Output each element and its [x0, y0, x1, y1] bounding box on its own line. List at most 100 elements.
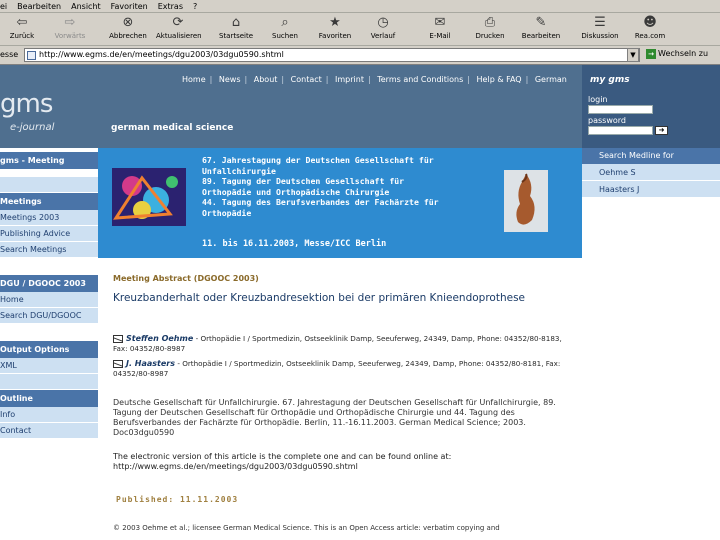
medline-link-oehme[interactable]: Oehme S [582, 164, 720, 181]
email-icon[interactable] [113, 360, 123, 368]
mail-button[interactable]: ✉ E-Mail [418, 15, 462, 45]
menu-view[interactable]: Ansicht [71, 2, 101, 11]
nav-separator: | [467, 75, 470, 84]
sidebar-item-info[interactable]: Info [0, 407, 98, 423]
nav-german[interactable]: German [535, 75, 567, 84]
stop-button[interactable]: ⊗ Abbrechen [106, 15, 150, 45]
banner-line: Orthopädie [202, 207, 252, 218]
nav-separator: | [281, 75, 285, 84]
nav-separator: | [325, 75, 329, 84]
sidebar-head-output[interactable]: Output Options [0, 341, 98, 358]
sidebar-item-search-meetings[interactable]: Search Meetings [0, 242, 98, 258]
sidebar-item-contact[interactable]: Contact [0, 423, 98, 439]
refresh-button[interactable]: ⟳ Aktualisieren [156, 15, 202, 45]
back-button[interactable]: ⇦ Zurück [0, 15, 44, 45]
go-button[interactable]: → Wechseln zu [646, 49, 708, 59]
left-sidebar: gms - Meeting Meetings Meetings 2003 Pub… [0, 148, 98, 540]
messenger-icon: ☻ [643, 15, 657, 30]
nav-help[interactable]: Help & FAQ [477, 75, 522, 84]
messenger-button[interactable]: ☻ Rea.com [628, 15, 672, 45]
nav-news[interactable]: News [219, 75, 241, 84]
sidebar-item-home[interactable]: Home [0, 292, 98, 308]
nav-home[interactable]: Home [182, 75, 206, 84]
banner-line: Unfallchirurgie [202, 165, 276, 176]
electronic-version-link[interactable]: http://www.egms.de/en/meetings/dgu2003/0… [113, 462, 568, 472]
search-button[interactable]: ⌕ Suchen [263, 15, 307, 45]
login-input[interactable] [588, 105, 653, 114]
gms-logo[interactable]: gms [0, 89, 53, 119]
right-sidebar: Search Medline for Oehme S Haasters J [582, 148, 720, 258]
author-entry: J. Haasters - Orthopädie I / Sportmedizi… [113, 359, 573, 378]
copyright-notice: © 2003 Oehme et al.; licensee German Med… [113, 524, 500, 532]
banner-date: 11. bis 16.11.2003, Messe/ICC Berlin [202, 239, 387, 249]
sidebar-item-meetings-2003[interactable]: Meetings 2003 [0, 210, 98, 226]
author-affiliation: - Orthopädie I / Sportmedizin, Ostseekli… [113, 359, 561, 378]
nav-separator: | [525, 75, 529, 84]
sidebar-item-xml[interactable]: XML [0, 358, 98, 374]
nav-terms[interactable]: Terms and Conditions [377, 75, 463, 84]
mygms-title: my gms [590, 75, 630, 85]
sidebar-head-meetings[interactable]: Meetings [0, 193, 98, 210]
nav-separator: | [209, 75, 213, 84]
stop-icon: ⊗ [122, 15, 134, 30]
meeting-abstract-label: Meeting Abstract (DGOOC 2003) [113, 274, 259, 283]
history-button[interactable]: ◷ Verlauf [361, 15, 405, 45]
home-icon: ⌂ [231, 15, 241, 30]
edit-button[interactable]: ✎ Bearbeiten [519, 15, 563, 45]
author-name: Steffen Oehme [126, 334, 194, 343]
nav-separator: | [367, 75, 371, 84]
sidebar-head-outline[interactable]: Outline [0, 390, 98, 407]
sidebar-head-meeting[interactable]: gms - Meeting [0, 152, 98, 169]
menu-tools[interactable]: Extras [158, 2, 183, 11]
menu-favorites[interactable]: Favoriten [111, 2, 148, 11]
chevron-down-icon: ▼ [630, 51, 636, 59]
login-submit-button[interactable]: ➜ [655, 126, 668, 135]
medline-link-haasters[interactable]: Haasters J [582, 181, 720, 198]
header-main: Home | News | About | Contact | Imprint | Ter… [98, 65, 582, 148]
top-navigation: Home | News | About | Contact | Imprint | Ter… [182, 75, 571, 84]
sidebar-spacer [0, 324, 98, 341]
print-button[interactable]: ⎙ Drucken [468, 15, 512, 45]
sidebar-spacer [0, 258, 98, 275]
print-icon: ⎙ [484, 15, 496, 30]
nav-contact[interactable]: Contact [291, 75, 322, 84]
discuss-icon: ☰ [594, 15, 606, 30]
address-input[interactable]: http://www.egms.de/en/meetings/dgu2003/0… [24, 48, 640, 62]
site-title: german medical science [111, 123, 234, 133]
arrow-right-icon: ➜ [658, 126, 665, 134]
password-input[interactable] [588, 126, 653, 135]
sidebar-item-blank [0, 374, 98, 390]
email-icon[interactable] [113, 335, 123, 343]
sidebar-item-publishing-advice[interactable]: Publishing Advice [0, 226, 98, 242]
nav-about[interactable]: About [254, 75, 278, 84]
forward-icon: ⇨ [64, 15, 76, 30]
menu-bar: ei Bearbeiten Ansicht Favoriten Extras ? [0, 0, 720, 13]
favorites-button[interactable]: ★ Favoriten [313, 15, 357, 45]
search-medline-head: Search Medline for [582, 148, 720, 164]
menu-help[interactable]: ? [193, 2, 197, 11]
login-label: login [588, 95, 608, 104]
banner-photo-image [504, 170, 548, 232]
menu-edit[interactable]: Bearbeiten [17, 2, 61, 11]
mail-icon: ✉ [434, 15, 446, 30]
article-title: Kreuzbanderhalt oder Kreuzbandresektion … [113, 292, 526, 304]
address-dropdown-button[interactable]: ▼ [627, 48, 639, 62]
logo-area: gms e-journal [0, 65, 98, 148]
address-url: http://www.egms.de/en/meetings/dgu2003/0… [39, 50, 284, 59]
search-icon: ⌕ [281, 15, 289, 30]
favorites-icon: ★ [329, 15, 341, 30]
address-label: esse [0, 50, 19, 59]
logo-subtitle: e-journal [10, 122, 55, 133]
nav-imprint[interactable]: Imprint [335, 75, 364, 84]
page-icon [27, 51, 36, 60]
banner-line: 67. Jahrestagung der Deutschen Gesellsch… [202, 155, 434, 165]
published-date: Published: 11.11.2003 [116, 495, 239, 504]
sidebar-head-dgu[interactable]: DGU / DGOOC 2003 [0, 275, 98, 292]
address-bar: esse http://www.egms.de/en/meetings/dgu2… [0, 46, 720, 65]
discuss-button[interactable]: ☰ Diskussion [578, 15, 622, 45]
menu-file[interactable]: ei [0, 2, 7, 11]
sidebar-item-search-dgu[interactable]: Search DGU/DGOOC [0, 308, 98, 324]
forward-button[interactable]: ⇨ Vorwärts [48, 15, 92, 45]
home-button[interactable]: ⌂ Startseite [214, 15, 258, 45]
password-label: password [588, 116, 626, 125]
